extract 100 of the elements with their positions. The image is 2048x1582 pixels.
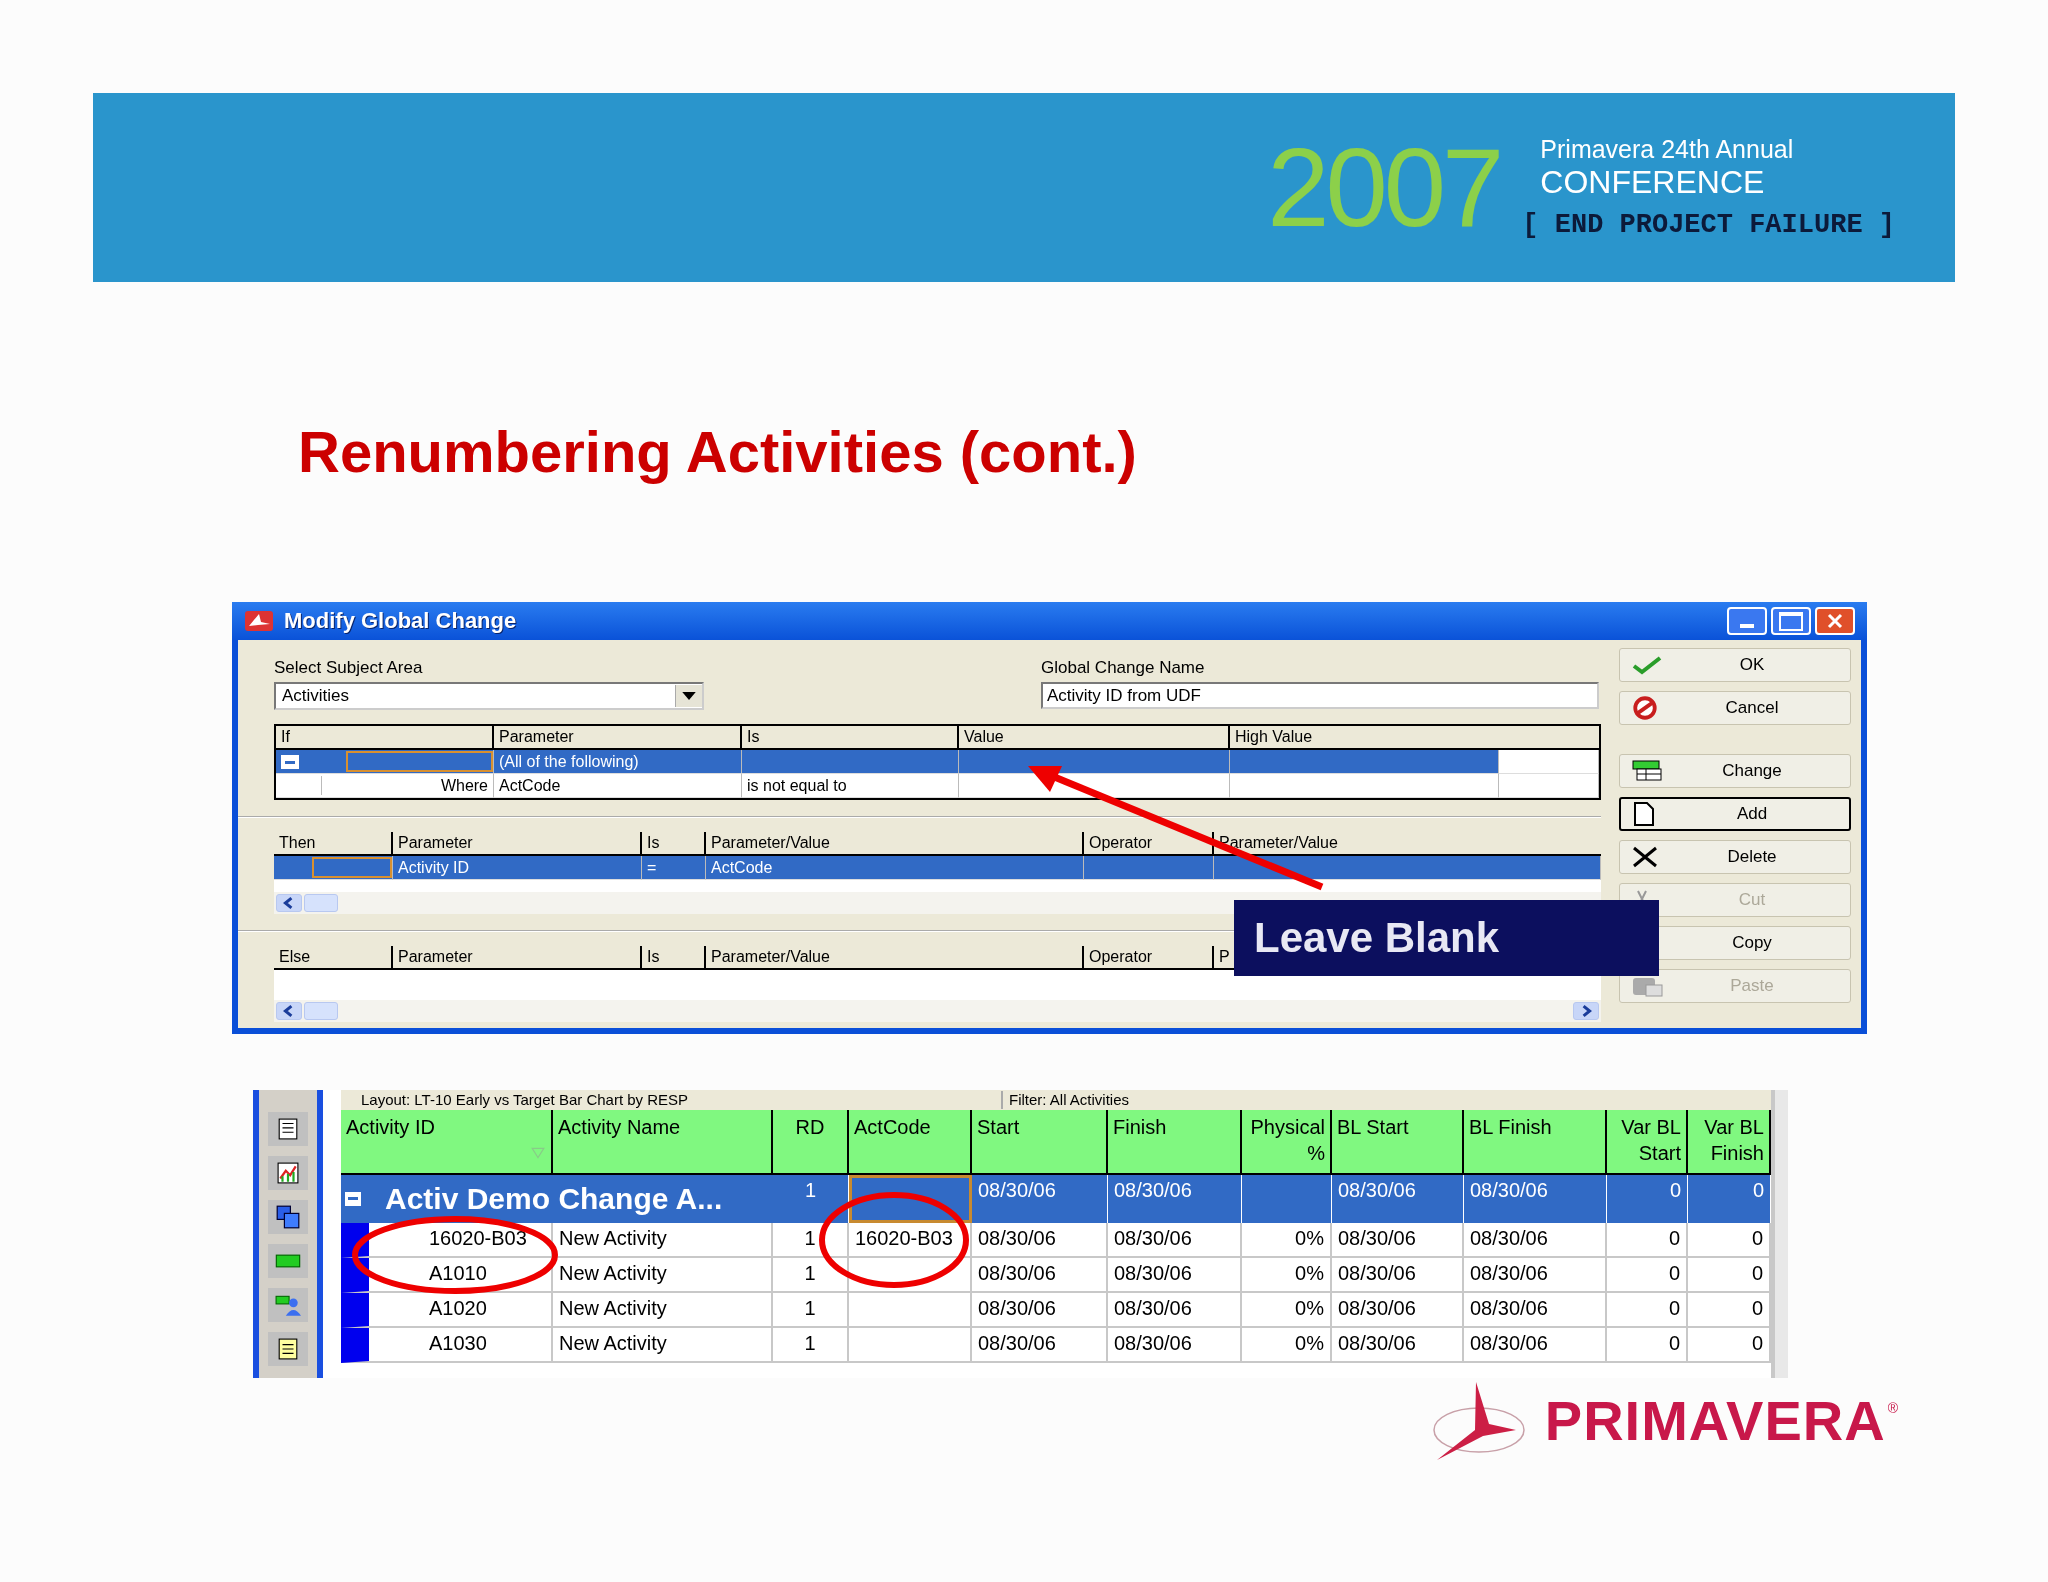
table-cell: A1010	[341, 1258, 553, 1293]
grid-cell: (All of the following)	[494, 750, 742, 774]
column-header: Parameter/Value	[706, 832, 1084, 854]
column-header: Parameter	[393, 946, 642, 968]
sort-triangle-icon	[531, 1147, 545, 1159]
column-header[interactable]: RD	[773, 1110, 849, 1175]
table-cell: 08/30/06	[1108, 1293, 1242, 1328]
column-header: Is	[642, 946, 706, 968]
column-header[interactable]: Activity ID	[341, 1110, 553, 1175]
slide-title: Renumbering Activities (cont.)	[298, 418, 1137, 486]
notepad-icon[interactable]	[268, 1332, 308, 1366]
column-header: Else	[274, 946, 393, 968]
scroll-right-button[interactable]	[1573, 1002, 1599, 1020]
table-cell: New Activity	[553, 1328, 773, 1363]
table-cell: 08/30/06	[1332, 1223, 1464, 1258]
maximize-button[interactable]	[1771, 607, 1811, 635]
collapse-icon[interactable]	[345, 1192, 361, 1206]
table-cell: 1	[773, 1175, 849, 1223]
grid-cell: is not equal to	[742, 774, 959, 798]
table-cell: 0	[1607, 1293, 1688, 1328]
table-cell: 0%	[1242, 1328, 1332, 1363]
table-cell: 08/30/06	[1108, 1223, 1242, 1258]
checkmark-icon	[1632, 655, 1662, 675]
column-header[interactable]: Activity Name	[553, 1110, 773, 1175]
table-cell: 08/30/06	[1108, 1328, 1242, 1363]
grid-cell: Where	[276, 774, 494, 798]
table-cell: 08/30/06	[1464, 1328, 1607, 1363]
grid-cell: ActCode	[706, 856, 1084, 880]
scrollbar-thumb[interactable]	[304, 894, 338, 912]
column-header: Parameter/Value	[1218, 833, 1339, 853]
column-header[interactable]: Var BL Finish	[1688, 1110, 1771, 1175]
registered-mark: ®	[1887, 1400, 1898, 1416]
column-header: Parameter	[494, 726, 742, 748]
table-cell: 1	[773, 1258, 849, 1293]
column-header: Is	[642, 832, 706, 854]
column-header[interactable]: Physical %	[1242, 1110, 1332, 1175]
table-cell: 0%	[1242, 1293, 1332, 1328]
table-cell: 08/30/06	[1108, 1258, 1242, 1293]
scroll-left-button[interactable]	[276, 1002, 302, 1020]
grid-cell: Activity ID	[393, 856, 642, 880]
column-header[interactable]: Start	[972, 1110, 1108, 1175]
bar-icon[interactable]	[268, 1244, 308, 1278]
list-icon[interactable]	[268, 1112, 308, 1146]
table-cell: 08/30/06	[972, 1223, 1108, 1258]
chart-icon[interactable]	[268, 1156, 308, 1190]
column-header[interactable]: BL Start	[1332, 1110, 1464, 1175]
dialog-button[interactable]: OK	[1619, 648, 1851, 682]
close-button[interactable]	[1815, 607, 1855, 635]
table-cell: New Activity	[553, 1258, 773, 1293]
table-cell: 08/30/06	[1332, 1293, 1464, 1328]
group-label: Activ Demo Change A...	[385, 1182, 723, 1216]
table-cell: 08/30/06	[1464, 1175, 1607, 1223]
logo-wordmark: PRIMAVERA	[1544, 1388, 1886, 1453]
table-cell: 16020-B03	[341, 1223, 553, 1258]
dialog-button[interactable]: Delete	[1619, 840, 1851, 874]
table-cell: A1020	[341, 1293, 553, 1328]
column-header[interactable]: BL Finish	[1464, 1110, 1607, 1175]
stacked-squares-icon[interactable]	[268, 1200, 308, 1234]
banner-subtitle: Primavera 24th Annual	[1540, 135, 1795, 164]
table-cell: 0%	[1242, 1258, 1332, 1293]
table-cell: 1	[773, 1223, 849, 1258]
column-header: Parameter	[393, 832, 642, 854]
table-cell: 08/30/06	[1464, 1258, 1607, 1293]
scroll-left-button[interactable]	[276, 894, 302, 912]
dialog-button[interactable]: Add	[1619, 797, 1851, 831]
table-cell: 08/30/06	[1464, 1293, 1607, 1328]
change-name-label: Global Change Name	[1041, 658, 1206, 678]
column-header[interactable]: ActCode	[849, 1110, 972, 1175]
dialog-button[interactable]: Change	[1619, 754, 1851, 788]
table-cell: 1	[773, 1293, 849, 1328]
table-cell: 0	[1607, 1175, 1688, 1223]
change-name-field[interactable]: Activity ID from UDF	[1041, 682, 1599, 709]
table-cell: 08/30/06	[1108, 1175, 1242, 1223]
app-icon	[244, 610, 274, 632]
grid-cell: =	[642, 856, 706, 880]
banner-tagline: [ END PROJECT FAILURE ]	[1522, 210, 1895, 240]
column-header[interactable]: Finish	[1108, 1110, 1242, 1175]
document-icon	[1633, 802, 1655, 826]
collapse-icon[interactable]	[281, 754, 299, 769]
group-row[interactable]: Activ Demo Change A... 1 08/30/06 08/30/06 08/30/06 08/30/06 0 0	[341, 1175, 1771, 1223]
table-cell: 08/30/06	[1332, 1175, 1464, 1223]
cross-icon	[1632, 846, 1658, 868]
subject-area-dropdown[interactable]: Activities	[274, 682, 704, 710]
clipboard-icon	[1632, 975, 1664, 997]
table-cell: 08/30/06	[1332, 1258, 1464, 1293]
table-cell: 0	[1607, 1328, 1688, 1363]
table-cell: 08/30/06	[972, 1258, 1108, 1293]
banner-year: 2007	[1267, 131, 1501, 244]
dialog-button[interactable]: Cancel	[1619, 691, 1851, 725]
table-cell: 08/30/06	[972, 1293, 1108, 1328]
column-header[interactable]: Var BL Start	[1607, 1110, 1688, 1175]
banner-conference: CONFERENCE	[1540, 166, 1766, 198]
window-title: Modify Global Change	[284, 608, 518, 634]
subject-area-label: Select Subject Area	[274, 658, 424, 678]
table-cell: New Activity	[553, 1293, 773, 1328]
scrollbar[interactable]	[1771, 1090, 1788, 1378]
column-header: Is	[742, 726, 959, 748]
minimize-button[interactable]	[1727, 607, 1767, 635]
scrollbar-thumb[interactable]	[304, 1002, 338, 1020]
column-header: Then	[274, 832, 393, 854]
